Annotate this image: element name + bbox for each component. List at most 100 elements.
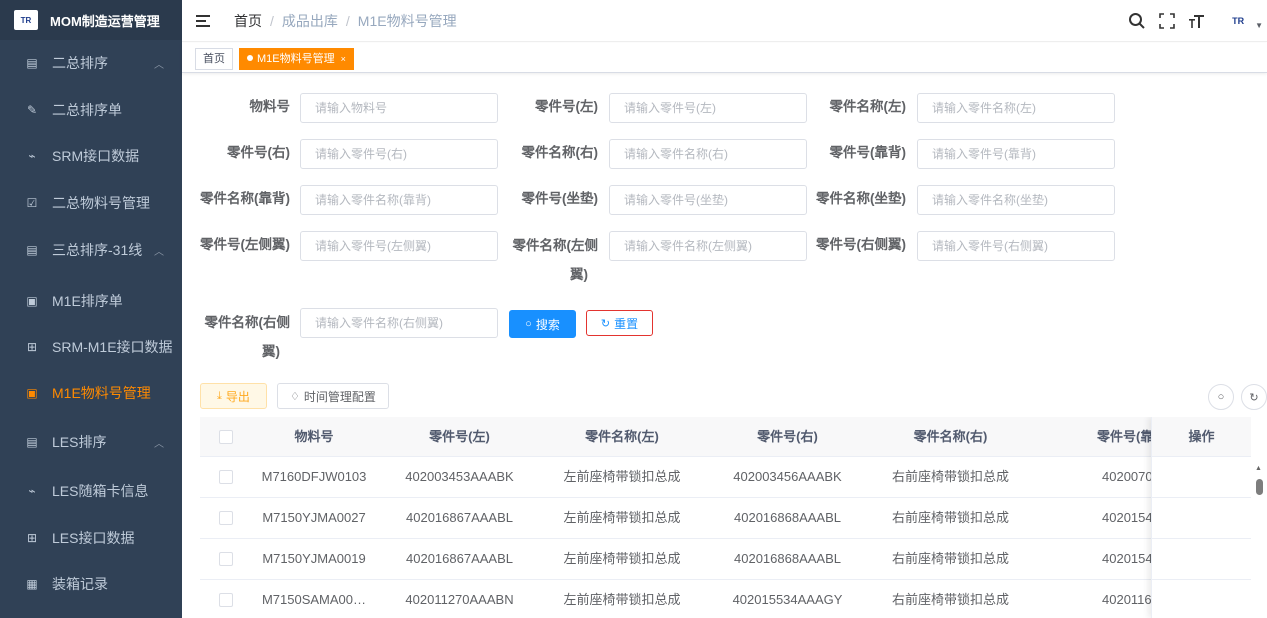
reset-button[interactable]: ↻ 重置 (586, 310, 653, 336)
part-no-back-input[interactable] (917, 139, 1115, 169)
edit-icon: ✎ (26, 103, 38, 117)
col-header[interactable]: 零件名称(右) (868, 417, 1033, 457)
tag-home[interactable]: 首页 (195, 48, 233, 70)
table-row[interactable]: M7150SAMA00… 402011270AAABN 左前座椅带锁扣总成 40… (200, 580, 1267, 618)
toggle-search-icon[interactable]: ○ (1208, 384, 1234, 410)
refresh-icon[interactable]: ↻ (1241, 384, 1267, 410)
data-table: 物料号 零件号(左) 零件名称(左) 零件号(右) 零件名称(右) 零件号(靠背… (200, 417, 1267, 618)
cell: M7150SAMA00… (261, 592, 367, 607)
box-icon: ▦ (26, 577, 38, 591)
chevron-up-icon: ︿ (154, 246, 164, 258)
sidebar-item-srm-m1e[interactable]: ⊞ SRM-M1E接口数据 (0, 324, 182, 370)
label-line: 翼) (262, 344, 280, 359)
sidebar-item-label: 装箱记录 (52, 576, 108, 592)
avatar[interactable]: TR (1223, 13, 1253, 29)
label-part-name-right-wing: 零件名称(右侧 翼) (200, 308, 291, 366)
table-scrollbar[interactable]: ▲ (1251, 417, 1267, 618)
col-header[interactable]: 物料号 (246, 417, 382, 457)
grid-icon: ⊞ (26, 531, 38, 545)
tag-current[interactable]: M1E物料号管理 × (239, 48, 354, 70)
hamburger-icon[interactable] (196, 14, 210, 27)
label-part-name-left-wing: 零件名称(左侧 翼) (508, 231, 599, 289)
sidebar-item-erzong-paixu-dan[interactable]: ✎ 二总排序单 (0, 87, 182, 133)
active-dot-icon (247, 55, 253, 61)
breadcrumb-parent: 成品出库 (281, 12, 338, 29)
plug-icon: ⌁ (28, 149, 36, 163)
row-checkbox[interactable] (219, 511, 233, 525)
list-icon: ▤ (26, 243, 38, 257)
sidebar-item-label: LES接口数据 (52, 530, 135, 546)
cell: 402016868AAABL (734, 551, 841, 566)
breadcrumb-current: M1E物料号管理 (357, 12, 457, 29)
label-line: 翼) (570, 267, 588, 282)
tag-home-label: 首页 (203, 53, 225, 65)
col-header[interactable]: 零件名称(左) (537, 417, 707, 457)
chip-icon: ▣ (26, 294, 38, 308)
sidebar-item-m1e-material[interactable]: ▣ M1E物料号管理 (0, 370, 182, 416)
sidebar-item-srm-data[interactable]: ⌁ SRM接口数据 (0, 133, 182, 179)
table-row[interactable]: M7160DFJW0103 402003453AAABK 左前座椅带锁扣总成 4… (200, 457, 1267, 498)
breadcrumb-home[interactable]: 首页 (234, 11, 262, 31)
sidebar-item-erzong-paixu[interactable]: ▤ 二总排序 ︿ (0, 40, 182, 86)
part-name-right-input[interactable] (609, 139, 807, 169)
col-header[interactable]: 零件号(右) (707, 417, 868, 457)
part-name-right-wing-input[interactable] (300, 308, 498, 338)
chevron-down-icon[interactable]: ▼ (1255, 21, 1263, 30)
cell: 左前座椅带锁扣总成 (563, 510, 681, 525)
time-config-button[interactable]: ♢ 时间管理配置 (277, 383, 389, 409)
table-row[interactable]: M7150YJMA0019 402016867AAABL 左前座椅带锁扣总成 4… (200, 539, 1267, 580)
font-size-icon[interactable] (1187, 11, 1207, 31)
fullscreen-icon[interactable] (1157, 11, 1177, 31)
breadcrumb-separator: / (270, 12, 274, 29)
part-no-left-input[interactable] (609, 93, 807, 123)
label-part-no-cushion: 零件号(坐垫) (521, 191, 599, 206)
cell: 402003456AAABK (733, 469, 842, 484)
sidebar-item-packing[interactable]: ▦ 装箱记录 (0, 561, 182, 607)
sidebar-item-les-data[interactable]: ⊞ LES接口数据 (0, 515, 182, 561)
row-checkbox[interactable] (219, 470, 233, 484)
part-no-right-wing-input[interactable] (917, 231, 1115, 261)
sidebar-item-label: M1E排序单 (52, 293, 123, 309)
scroll-up-icon[interactable]: ▲ (1255, 465, 1262, 472)
grid-icon: ⊞ (26, 340, 38, 354)
search-button[interactable]: ○ 搜索 (509, 310, 576, 338)
col-header-actions: 操作 (1152, 417, 1251, 457)
part-name-cushion-input[interactable] (917, 185, 1115, 215)
sidebar-item-erzong-material[interactable]: ☑ 二总物料号管理 (0, 180, 182, 226)
part-no-cushion-input[interactable] (609, 185, 807, 215)
part-no-left-wing-input[interactable] (300, 231, 498, 261)
chevron-up-icon: ︿ (154, 438, 164, 450)
cell: 402016868AAABL (734, 510, 841, 525)
action-cell (1152, 457, 1251, 498)
table-header: 物料号 零件号(左) 零件名称(左) 零件号(右) 零件名称(右) 零件号(靠背 (200, 417, 1267, 457)
refresh-icon: ↻ (600, 317, 611, 330)
action-column: 操作 (1151, 417, 1251, 618)
col-header[interactable]: 零件号(左) (382, 417, 537, 457)
sidebar-item-sanzong-paixu[interactable]: ▤ 三总排序-31线 ︿ (0, 227, 182, 273)
part-name-left-wing-input[interactable] (609, 231, 807, 261)
part-name-left-input[interactable] (917, 93, 1115, 123)
cell: 左前座椅带锁扣总成 (563, 469, 681, 484)
label-part-name-right: 零件名称(右) (521, 145, 599, 160)
close-icon[interactable]: × (341, 54, 346, 64)
action-cell (1152, 580, 1251, 618)
cell: M7160DFJW0103 (261, 469, 367, 484)
material-no-input[interactable] (300, 93, 498, 123)
row-checkbox[interactable] (219, 552, 233, 566)
sidebar-item-les-card[interactable]: ⌁ LES随箱卡信息 (0, 468, 182, 514)
export-button[interactable]: ⤓ 导出 (200, 383, 267, 409)
select-all-checkbox[interactable] (219, 430, 233, 444)
sidebar-item-label: 二总物料号管理 (52, 195, 150, 211)
sidebar-item-m1e-paixu[interactable]: ▣ M1E排序单 (0, 278, 182, 324)
sidebar-item-les-paixu[interactable]: ▤ LES排序 ︿ (0, 419, 182, 465)
cell: 402015534AAAGY (732, 592, 843, 607)
row-checkbox[interactable] (219, 593, 233, 607)
scrollbar-thumb[interactable] (1256, 479, 1263, 495)
part-no-right-input[interactable] (300, 139, 498, 169)
table-row[interactable]: M7150YJMA0027 402016867AAABL 左前座椅带锁扣总成 4… (200, 498, 1267, 539)
sidebar-item-label: 三总排序-31线 (52, 242, 143, 258)
topbar-actions: TR ▼ (1127, 0, 1267, 42)
search-icon[interactable] (1127, 11, 1147, 31)
part-name-back-input[interactable] (300, 185, 498, 215)
label-part-name-back: 零件名称(靠背) (200, 191, 290, 206)
